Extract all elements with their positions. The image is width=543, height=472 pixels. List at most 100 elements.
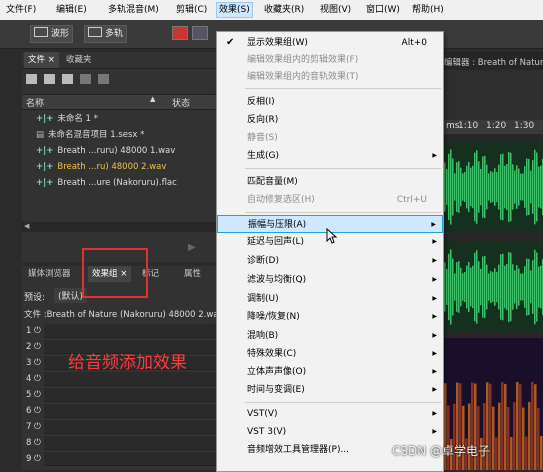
power-icon[interactable]: ⏻	[34, 358, 41, 368]
submenu-arrow-icon: ▶	[432, 350, 437, 357]
menu-item-vst3[interactable]: VST 3(V) ▶	[217, 423, 443, 441]
delete-icon[interactable]	[98, 74, 109, 84]
menu-item-generate[interactable]: 生成(G) ▶	[217, 147, 443, 165]
file-item[interactable]: +|+ Breath ...ruru) 48000 1.wav	[36, 144, 175, 158]
effect-slot-bar[interactable]	[44, 388, 220, 402]
menu-item-diagnostics[interactable]: 诊断(D) ▶	[217, 252, 443, 270]
menu-item-reverb[interactable]: 混响(B) ▶	[217, 327, 443, 345]
menu-favorites[interactable]: 收藏夹(R)	[262, 3, 306, 17]
waveform-bar	[468, 261, 470, 313]
menu-item-noise-reduction[interactable]: 降噪/恢复(N) ▶	[217, 308, 443, 326]
spectral-bar	[504, 383, 507, 470]
file-item[interactable]: +|+ 未命名 1 *	[36, 112, 98, 126]
column-name[interactable]: 名称	[26, 96, 44, 109]
waveform-bar	[514, 170, 516, 204]
power-icon[interactable]: ⏻	[34, 326, 41, 336]
multitrack-view-button[interactable]: 多轨	[84, 25, 128, 43]
waveform-bar	[528, 258, 530, 316]
check-icon: ✔	[226, 37, 235, 48]
waveform-view-button[interactable]: 波形	[30, 25, 74, 43]
menu-window[interactable]: 窗口(W)	[364, 3, 402, 17]
waveform-bar	[506, 263, 508, 311]
power-icon[interactable]: ⏻	[34, 374, 41, 384]
menu-clip[interactable]: 剪辑(C)	[174, 3, 209, 17]
file-item[interactable]: +|+ Breath ...ure (Nakoruru).flac	[36, 176, 177, 190]
power-icon[interactable]: ⏻	[34, 438, 41, 448]
menu-file[interactable]: 文件(F)	[4, 3, 38, 17]
open-file-icon[interactable]	[26, 74, 37, 84]
waveform-bar	[444, 162, 446, 212]
menu-separator	[245, 88, 441, 89]
menu-item-invert[interactable]: 反相(I)	[217, 93, 443, 111]
sort-up-icon[interactable]: ▲	[150, 95, 155, 103]
spectral-bar	[501, 382, 504, 470]
waveform-bar	[460, 267, 462, 307]
waveform-bar	[470, 267, 472, 307]
spectral-bar	[537, 407, 540, 470]
file-item-selected[interactable]: +|+ Breath ...ru) 48000 2.wav	[36, 160, 166, 174]
power-icon[interactable]: ⏻	[34, 422, 41, 432]
import-icon[interactable]	[44, 74, 55, 84]
close-file-icon[interactable]	[80, 74, 91, 84]
power-icon[interactable]: ⏻	[34, 342, 41, 352]
menu-separator	[245, 212, 441, 213]
menu-item-match-volume[interactable]: 匹配音量(M)	[217, 173, 443, 191]
waveform-bar	[468, 161, 470, 213]
menu-item-modulation[interactable]: 调制(U) ▶	[217, 290, 443, 308]
waveform-bar	[530, 270, 532, 304]
record-meter-icon[interactable]	[172, 26, 188, 40]
menu-item-show-effects-rack[interactable]: ✔ 显示效果组(W) Alt+0	[217, 34, 443, 52]
menu-view[interactable]: 视图(V)	[318, 3, 353, 17]
waveform-bar	[454, 273, 456, 301]
tab-favorites[interactable]: 收藏夹	[62, 52, 96, 68]
waveform-bar	[496, 171, 498, 203]
tab-files[interactable]: 文件 ×	[24, 52, 59, 68]
power-icon[interactable]: ⏻	[34, 454, 41, 464]
waveform-bar	[508, 151, 510, 223]
menu-item-time-pitch[interactable]: 时间与变调(E) ▶	[217, 381, 443, 399]
submenu-arrow-icon: ▶	[432, 313, 437, 320]
scroll-left-icon[interactable]: ◀	[24, 222, 29, 230]
effect-slot-bar[interactable]	[44, 324, 220, 338]
preset-label: 预设:	[24, 293, 46, 303]
insert-icon[interactable]	[62, 74, 73, 84]
effect-slot-bar[interactable]	[44, 452, 220, 466]
waveform-bar	[532, 260, 534, 314]
waveform-bar	[492, 172, 494, 202]
spectral-bar	[513, 402, 516, 470]
horizontal-scrollbar[interactable]: ◀	[22, 222, 220, 232]
power-icon[interactable]: ⏻	[34, 390, 41, 400]
waveform-bar	[446, 269, 448, 305]
tab-media-browser[interactable]: 媒体浏览器	[24, 266, 75, 282]
power-icon[interactable]: ⏻	[34, 406, 41, 416]
waveform-bar	[452, 158, 454, 216]
waveform-bar	[488, 173, 490, 201]
menu-edit[interactable]: 编辑(E)	[54, 3, 89, 17]
effect-slot-bar[interactable]	[44, 436, 220, 450]
tab-properties[interactable]: 属性	[180, 266, 205, 282]
effect-slot-bar[interactable]	[44, 420, 220, 434]
menu-item-filter-eq[interactable]: 滤波与均衡(Q) ▶	[217, 271, 443, 289]
spectral-bar	[519, 384, 522, 470]
menu-help[interactable]: 帮助(H)	[410, 3, 446, 17]
menu-multitrack[interactable]: 多轨混音(M)	[106, 3, 161, 17]
effect-slot-bar[interactable]	[44, 372, 220, 386]
submenu-arrow-icon: ▶	[432, 332, 437, 339]
effect-slot-bar[interactable]	[44, 404, 220, 418]
waveform-bar	[472, 165, 474, 209]
spectral-bar	[498, 402, 501, 470]
menu-item-stereo-imagery[interactable]: 立体声声像(O) ▶	[217, 363, 443, 381]
play-icon[interactable]: ▶	[188, 242, 196, 253]
waveform-bar	[456, 262, 458, 312]
waveform-bar	[452, 258, 454, 316]
file-column-header: 名称 ▲ 状态	[22, 94, 220, 110]
menu-item-reverse[interactable]: 反向(R)	[217, 111, 443, 129]
submenu-arrow-icon: ▶	[432, 152, 437, 159]
menu-item-special[interactable]: 特殊效果(C) ▶	[217, 345, 443, 363]
waveform-bar	[540, 165, 542, 209]
menu-item-vst[interactable]: VST(V) ▶	[217, 405, 443, 423]
column-state[interactable]: 状态	[172, 96, 190, 109]
spectral-view-icon[interactable]	[192, 26, 208, 40]
menu-effects[interactable]: 效果(S)	[216, 2, 253, 18]
file-item[interactable]: ▤ 未命名混音项目 1.sesx *	[36, 128, 144, 142]
